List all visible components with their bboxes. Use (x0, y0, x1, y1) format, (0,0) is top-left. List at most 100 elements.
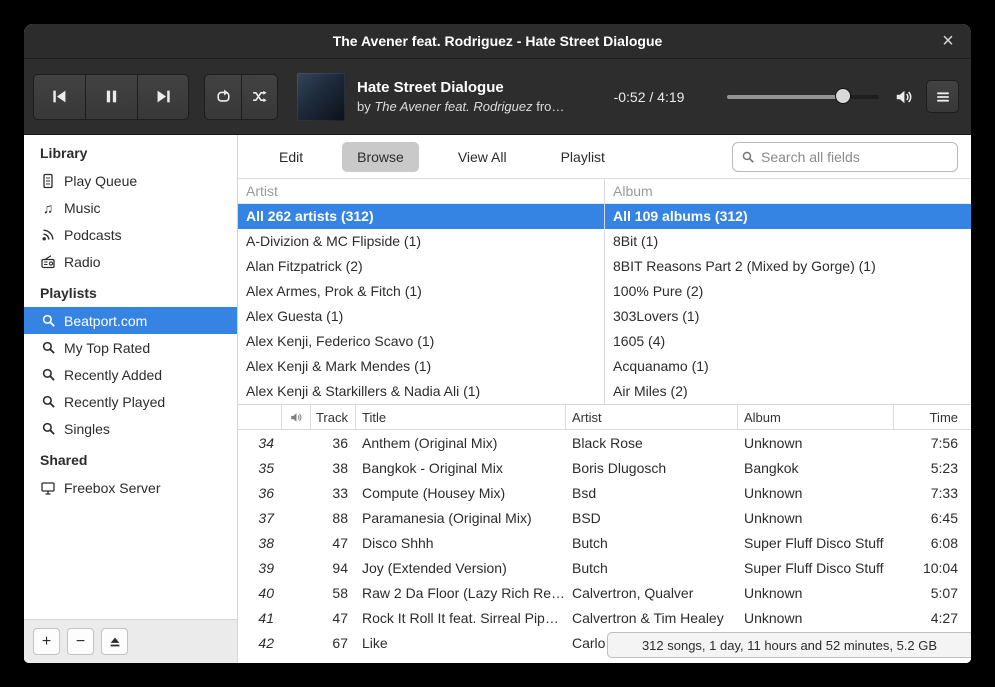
artist-row[interactable]: All 262 artists (312) (238, 204, 604, 229)
track-album: Unknown (737, 485, 893, 501)
tab-browse[interactable]: Browse (342, 142, 419, 172)
minus-icon: − (76, 633, 85, 651)
track-number: 47 (310, 535, 355, 551)
track-time: 6:08 (893, 535, 971, 551)
search-box[interactable] (732, 142, 958, 172)
app-window: The Avener feat. Rodriguez - Hate Street… (24, 24, 971, 663)
album-column-header[interactable]: Album (605, 179, 971, 204)
sidebar-item-recently-added[interactable]: Recently Added (24, 361, 237, 388)
track-number: 33 (310, 485, 355, 501)
next-icon (155, 88, 172, 105)
shuffle-button[interactable] (241, 74, 278, 120)
album-row[interactable]: All 109 albums (312) (605, 204, 971, 229)
titlebar[interactable]: The Avener feat. Rodriguez - Hate Street… (24, 24, 971, 59)
pause-button[interactable] (85, 74, 137, 120)
album-pane: Album All 109 albums (312) 8Bit (1) 8BIT… (604, 179, 971, 404)
track-row[interactable]: 4058Raw 2 Da Floor (Lazy Rich Re…Calvert… (238, 580, 971, 605)
track-artist: BSD (565, 510, 737, 526)
track-artist: Black Rose (565, 435, 737, 451)
previous-icon (51, 88, 68, 105)
seek-handle[interactable] (835, 88, 851, 104)
track-time: 6:45 (893, 510, 971, 526)
repeat-icon (215, 88, 232, 105)
sidebar-item-beatport[interactable]: Beatport.com (24, 307, 237, 334)
speaker-icon (289, 411, 304, 424)
track-row[interactable]: 4147Rock It Roll It feat. Sirreal Pip…Ca… (238, 605, 971, 630)
previous-button[interactable] (33, 74, 85, 120)
artist-row[interactable]: Alex Armes, Prok & Fitch (1) (238, 279, 604, 304)
artist-row[interactable]: Alan Fitzpatrick (2) (238, 254, 604, 279)
album-row[interactable]: Air Miles (2) (605, 379, 971, 404)
search-playlist-icon (40, 367, 56, 383)
tab-playlist[interactable]: Playlist (546, 142, 620, 172)
sidebar-header-playlists: Playlists (24, 275, 237, 307)
track-artist: Butch (565, 535, 737, 551)
now-playing-info: Hate Street Dialogue by The Avener feat.… (357, 79, 589, 114)
track-row[interactable]: 3994Joy (Extended Version)ButchSuper Flu… (238, 555, 971, 580)
album-row[interactable]: 100% Pure (2) (605, 279, 971, 304)
plus-icon: + (42, 633, 51, 651)
track-row[interactable]: 3538Bangkok - Original MixBoris Dlugosch… (238, 455, 971, 480)
track-time: 7:33 (893, 485, 971, 501)
artist-row[interactable]: Alex Kenji & Starkillers & Nadia Ali (1) (238, 379, 604, 404)
artist-row[interactable]: Alex Kenji, Federico Scavo (1) (238, 329, 604, 354)
remove-playlist-button[interactable]: − (67, 628, 94, 655)
album-row[interactable]: 303Lovers (1) (605, 304, 971, 329)
search-input[interactable] (761, 149, 949, 165)
track-row[interactable]: 3436Anthem (Original Mix)Black RoseUnkno… (238, 430, 971, 455)
title-column-header[interactable]: Title (355, 405, 565, 429)
app-body: Library Play Queue ♫ Music Podcasts Radi… (24, 135, 971, 663)
album-row[interactable]: 1605 (4) (605, 329, 971, 354)
album-row[interactable]: Acquanamo (1) (605, 354, 971, 379)
add-playlist-button[interactable]: + (33, 628, 60, 655)
radio-icon (40, 254, 56, 270)
playing-column-header[interactable] (281, 405, 310, 429)
player-toolbar: Hate Street Dialogue by The Avener feat.… (24, 59, 971, 135)
track-row[interactable]: 3788Paramanesia (Original Mix)BSDUnknown… (238, 505, 971, 530)
track-album: Bangkok (737, 460, 893, 476)
artist-column-header[interactable]: Artist (238, 179, 604, 204)
row-number: 42 (238, 635, 281, 651)
track-column-header[interactable]: Track (310, 405, 355, 429)
sidebar-item-recently-played[interactable]: Recently Played (24, 388, 237, 415)
track-row[interactable]: 3633Compute (Housey Mix)BsdUnknown7:33 (238, 480, 971, 505)
album-column-header[interactable]: Album (737, 405, 893, 429)
track-row[interactable]: 3847Disco ShhhButchSuper Fluff Disco Stu… (238, 530, 971, 555)
sidebar-item-play-queue[interactable]: Play Queue (24, 167, 237, 194)
sidebar-header-library: Library (24, 135, 237, 167)
artist-row[interactable]: Alex Kenji & Mark Mendes (1) (238, 354, 604, 379)
eject-button[interactable] (101, 628, 128, 655)
sidebar: Library Play Queue ♫ Music Podcasts Radi… (24, 135, 238, 663)
sidebar-item-freebox-server[interactable]: Freebox Server (24, 474, 237, 501)
tab-edit[interactable]: Edit (264, 142, 318, 172)
sidebar-item-music[interactable]: ♫ Music (24, 194, 237, 221)
track-artist: Cevin (565, 660, 737, 664)
artist-pane: Artist All 262 artists (312) A-Divizion … (238, 179, 604, 404)
position-column-header[interactable] (238, 405, 281, 429)
track-title: Raw 2 Da Floor (Lazy Rich Re… (355, 585, 565, 601)
album-row[interactable]: 8Bit (1) (605, 229, 971, 254)
track-time: 4:27 (893, 610, 971, 626)
sidebar-item-radio[interactable]: Radio (24, 248, 237, 275)
menu-button[interactable] (926, 80, 959, 113)
sidebar-item-my-top-rated[interactable]: My Top Rated (24, 334, 237, 361)
now-playing-title: Hate Street Dialogue (357, 79, 589, 96)
track-time: 10:04 (893, 560, 971, 576)
track-number: 88 (310, 510, 355, 526)
artist-row[interactable]: A-Divizion & MC Flipside (1) (238, 229, 604, 254)
artist-row[interactable]: Alex Guesta (1) (238, 304, 604, 329)
artist-column-header[interactable]: Artist (565, 405, 737, 429)
time-column-header[interactable]: Time (893, 405, 971, 429)
next-button[interactable] (137, 74, 189, 120)
close-button[interactable]: × (935, 28, 961, 54)
sidebar-item-label: My Top Rated (64, 340, 150, 356)
sidebar-item-singles[interactable]: Singles (24, 415, 237, 442)
album-row[interactable]: 8BIT Reasons Part 2 (Mixed by Gorge) (1) (605, 254, 971, 279)
server-icon (40, 480, 56, 496)
repeat-button[interactable] (204, 74, 241, 120)
seek-trough[interactable] (727, 95, 879, 99)
tab-view-all[interactable]: View All (443, 142, 522, 172)
seek-slider[interactable] (727, 88, 879, 106)
sidebar-item-podcasts[interactable]: Podcasts (24, 221, 237, 248)
volume-button[interactable] (891, 84, 917, 110)
